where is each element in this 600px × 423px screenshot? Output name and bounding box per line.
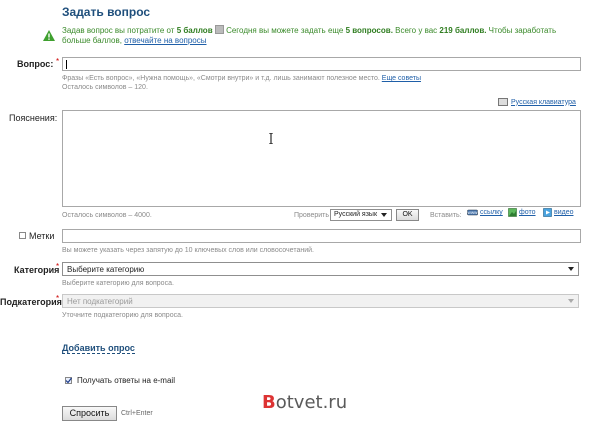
more-tips-link[interactable]: Еще советы (382, 75, 421, 82)
insert-link-label[interactable]: ссылку (480, 209, 503, 216)
notice-text: Задав вопрос вы потратите от (62, 26, 177, 35)
tags-hint: Вы можете указать через запятую до 10 кл… (62, 247, 314, 254)
email-notify-label: Получать ответы на e-mail (77, 376, 175, 385)
photo-icon (508, 208, 517, 217)
category-value: Выберите категорию (67, 265, 145, 274)
category-label: Категория (14, 265, 60, 275)
link-icon: WWW (467, 209, 478, 216)
answer-questions-link[interactable]: отвечайте на вопросы (124, 36, 206, 45)
watermark-text: otvet.ru (275, 392, 348, 413)
subcategory-hint: Уточните подкатегорию для вопроса. (62, 312, 183, 319)
insert-photo-label[interactable]: фото (519, 209, 536, 216)
add-poll-link[interactable]: Добавить опрос (62, 343, 135, 354)
language-value: Русский язык (334, 211, 378, 218)
question-chars-left: Осталось символов – 120. (62, 84, 148, 91)
watermark-letter: B (262, 392, 276, 413)
subcategory-label: Подкатегория (0, 297, 62, 307)
ibeam-cursor-icon (269, 133, 273, 144)
questions-left: 5 вопросов. (345, 26, 393, 35)
required-marker: * (56, 262, 60, 271)
subcategory-select: Нет подкатегорий (62, 294, 579, 308)
help-icon[interactable] (214, 25, 224, 34)
details-textarea[interactable] (62, 110, 581, 207)
insert-label: Вставить: (430, 212, 462, 219)
russian-keyboard-link[interactable]: Русская клавиатура (511, 99, 576, 106)
submit-shortcut: Ctrl+Enter (121, 410, 153, 417)
notice-text: Сегодня вы можете задать еще (223, 26, 346, 35)
checkmark-icon (65, 377, 72, 384)
question-hint: Фразы «Есть вопрос», «Нужна помощь», «См… (62, 74, 582, 92)
spellcheck-label: Проверить (294, 212, 330, 219)
insert-video-label[interactable]: видео (554, 209, 574, 216)
svg-text:WWW: WWW (468, 211, 478, 215)
details-chars-left: Осталось символов – 4000. (62, 212, 152, 219)
tags-input[interactable] (62, 229, 581, 243)
insert-link-button[interactable]: WWW ссылку (467, 208, 503, 217)
page-title: Задать вопрос (62, 5, 151, 19)
tags-checkbox[interactable] (19, 232, 26, 239)
spellcheck-ok-button[interactable]: OK (396, 209, 419, 221)
video-icon (543, 208, 552, 217)
points-cost: 5 баллов (176, 26, 213, 35)
points-notice: Задав вопрос вы потратите от 5 баллов Се… (62, 25, 582, 46)
submit-button[interactable]: Спросить (62, 406, 117, 421)
points-balance: 219 баллов. (439, 26, 487, 35)
keyboard-icon (498, 98, 508, 106)
question-label: Вопрос: (17, 59, 54, 69)
chevron-down-icon (568, 299, 574, 303)
required-marker: * (56, 294, 60, 303)
question-input[interactable] (62, 57, 581, 71)
question-hint-text: Фразы «Есть вопрос», «Нужна помощь», «См… (62, 75, 382, 82)
email-notify-checkbox[interactable] (65, 377, 72, 384)
language-select[interactable]: Русский язык (330, 209, 392, 221)
insert-video-button[interactable]: видео (543, 208, 574, 217)
insert-photo-button[interactable]: фото (508, 208, 536, 217)
warning-icon (43, 30, 55, 41)
details-label: Пояснения: (9, 113, 58, 123)
chevron-down-icon (381, 213, 387, 217)
subcategory-value: Нет подкатегорий (67, 297, 133, 306)
category-select[interactable]: Выберите категорию (62, 262, 579, 276)
category-hint: Выберите категорию для вопроса. (62, 280, 174, 287)
tags-label: Метки (29, 231, 55, 241)
site-watermark: Botvet.ru (262, 392, 347, 413)
text-cursor (66, 60, 67, 69)
russian-keyboard-toggle[interactable]: Русская клавиатура (498, 98, 576, 106)
required-marker: * (56, 57, 60, 66)
notice-text: Всего у вас (392, 26, 440, 35)
chevron-down-icon (568, 267, 574, 271)
